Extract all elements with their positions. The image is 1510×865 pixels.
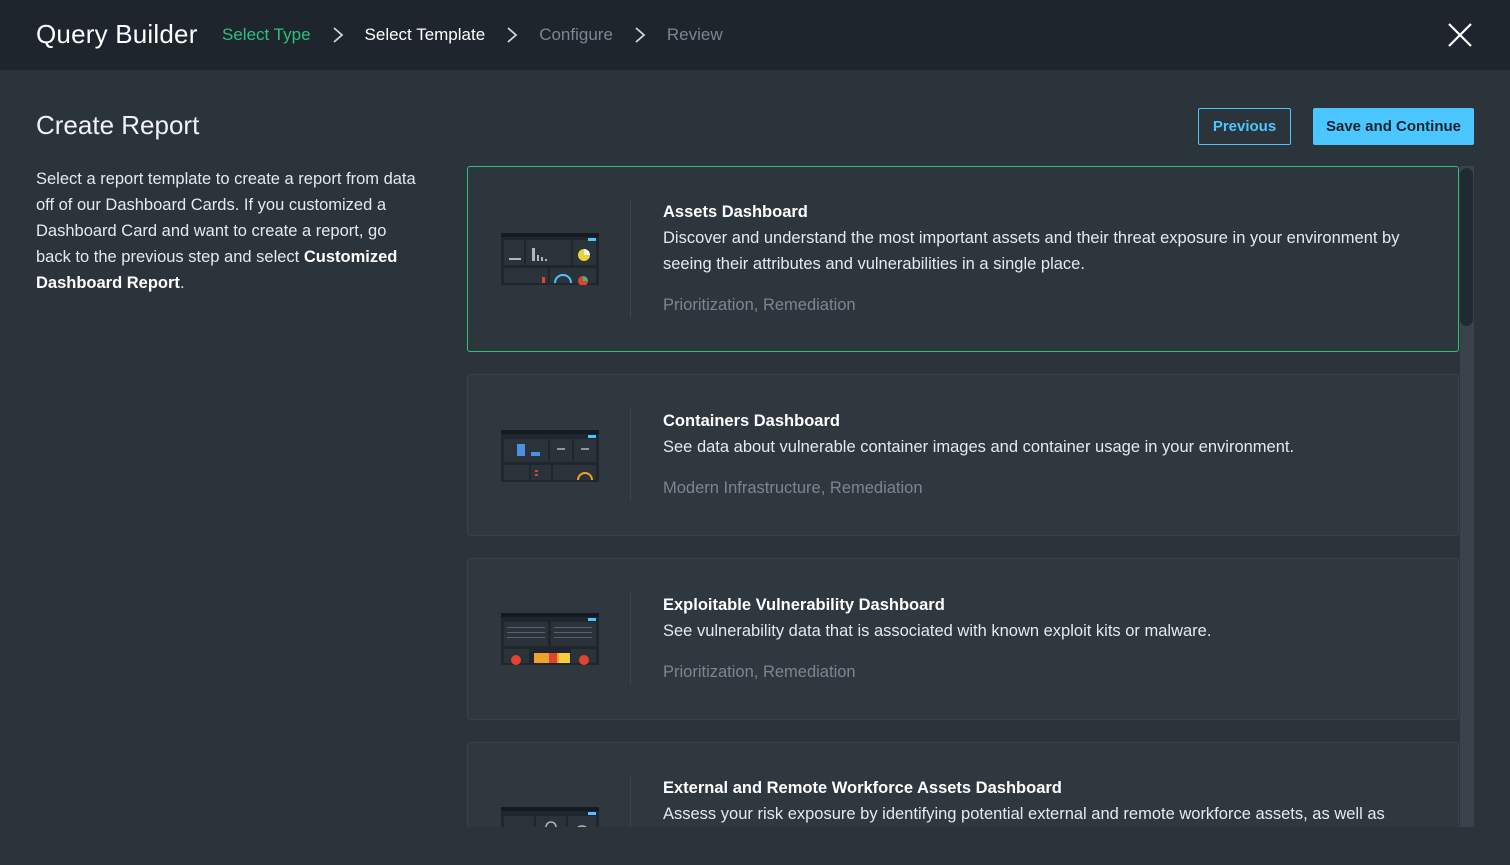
card-divider	[630, 200, 631, 318]
chevron-right-icon	[629, 24, 651, 46]
template-description: See vulnerability data that is associate…	[663, 622, 1212, 640]
app-title: Query Builder	[36, 19, 198, 49]
card-divider	[630, 408, 631, 502]
chevron-right-icon	[327, 24, 349, 46]
close-icon[interactable]	[1446, 21, 1474, 49]
chevron-right-icon	[501, 24, 523, 46]
step-review: Review	[666, 25, 723, 44]
template-card-assets-dashboard[interactable]: Assets Dashboard Discover and understand…	[467, 166, 1459, 352]
template-title: Containers Dashboard	[663, 412, 840, 430]
step-select-type[interactable]: Select Type	[222, 25, 311, 45]
template-tags: Prioritization, Remediation	[663, 296, 856, 314]
template-description: See data about vulnerable container imag…	[663, 438, 1295, 456]
template-title: Exploitable Vulnerability Dashboard	[663, 596, 945, 614]
template-tags: Prioritization, Remediation	[663, 663, 856, 681]
dashboard-thumbnail-icon	[501, 430, 599, 482]
top-bar: Query Builder Select Type Select Templat…	[0, 0, 1510, 70]
save-and-continue-button[interactable]: Save and Continue	[1313, 108, 1474, 145]
list-scrollbar-thumb[interactable]	[1460, 168, 1473, 326]
page-title: Create Report	[36, 110, 200, 140]
step-select-template[interactable]: Select Template	[365, 25, 486, 45]
dashboard-thumbnail-icon	[501, 233, 599, 285]
template-title: Assets Dashboard	[663, 203, 808, 221]
step-configure: Configure	[539, 25, 613, 44]
template-card-containers-dashboard[interactable]: Containers Dashboard See data about vuln…	[467, 374, 1459, 536]
wizard-steps: Select Type Select Template Configure Re…	[222, 24, 723, 46]
previous-button[interactable]: Previous	[1198, 108, 1291, 145]
intro-text: Select a report template to create a rep…	[36, 166, 416, 296]
template-description: Discover and understand the most importa…	[663, 229, 1400, 273]
template-description: Assess your risk exposure by identifying…	[663, 805, 1385, 823]
template-title: External and Remote Workforce Assets Das…	[663, 779, 1062, 797]
dashboard-thumbnail-icon	[501, 807, 599, 827]
dashboard-thumbnail-icon	[501, 613, 599, 665]
template-card-external-remote-workforce-assets-dashboard[interactable]: External and Remote Workforce Assets Das…	[467, 742, 1459, 827]
card-divider	[630, 776, 631, 827]
template-list: Assets Dashboard Discover and understand…	[467, 166, 1459, 827]
template-tags: Modern Infrastructure, Remediation	[663, 479, 923, 497]
template-card-exploitable-vulnerability-dashboard[interactable]: Exploitable Vulnerability Dashboard See …	[467, 558, 1459, 720]
intro-end: .	[179, 274, 185, 292]
card-divider	[630, 592, 631, 686]
